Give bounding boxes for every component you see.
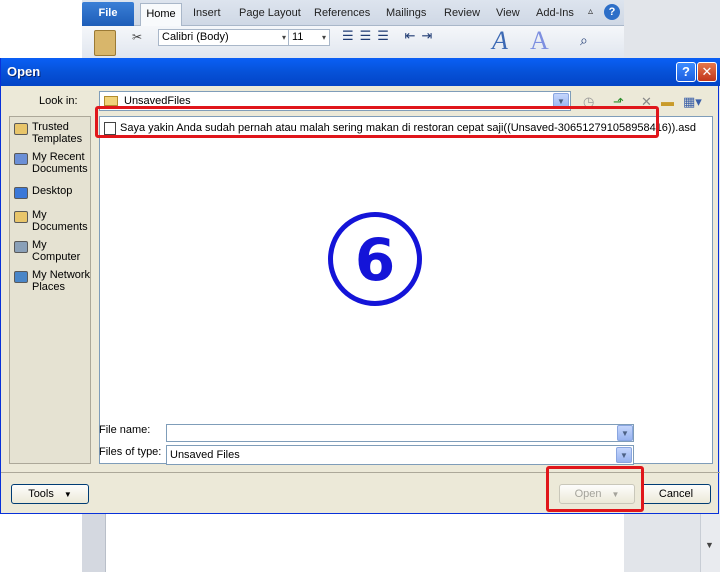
tab-mailings[interactable]: Mailings [386,7,426,19]
place-label: Trusted Templates [32,121,83,145]
help-icon[interactable]: ? [604,4,620,20]
tools-label: Tools [28,488,54,500]
change-styles-icon[interactable]: A [492,26,508,56]
files-of-type-label: Files of type: [99,446,162,458]
tab-home[interactable]: Home [140,3,182,27]
cut-icon[interactable]: ✂ [132,30,142,44]
help-button[interactable]: ? [676,62,696,82]
tab-references[interactable]: References [314,7,370,19]
ribbon-body: ✂ Calibri (Body) ▾ 11 ▾ ☰☰☰ ⇤⇥ A A ⌕ [82,26,624,60]
views-icon[interactable]: ▦▾ [683,94,702,110]
my-documents-icon [14,211,28,223]
file-name-input[interactable]: ▼ [166,424,634,442]
font-name-value: Calibri (Body) [162,31,229,43]
tab-review[interactable]: Review [444,7,480,19]
step-number: 6 [354,226,396,294]
step-badge: 6 [328,212,422,306]
place-label: My Documents [32,209,88,233]
new-folder-icon[interactable]: ▬ [661,94,674,109]
chevron-down-icon[interactable]: ▼ [617,425,633,441]
tab-page-layout[interactable]: Page Layout [239,7,301,19]
tab-view[interactable]: View [496,7,520,19]
close-button[interactable]: ✕ [697,62,717,82]
chevron-down-icon[interactable]: ▾ [322,30,326,45]
files-of-type-select[interactable]: Unsaved Files ▼ [166,445,634,465]
place-label: Desktop [32,185,73,197]
cancel-button[interactable]: Cancel [641,484,711,504]
font-size-value: 11 [292,31,304,43]
tab-insert[interactable]: Insert [193,7,221,19]
font-name-box[interactable]: Calibri (Body) ▾ [158,29,290,46]
place-label: My Computer [32,239,81,263]
highlight-box [95,106,659,138]
tab-add-ins[interactable]: Add-Ins [536,7,574,19]
trusted-templates-icon [14,123,28,135]
files-of-type-value: Unsaved Files [170,449,240,461]
styles-icon[interactable]: A [530,26,549,56]
place-label: My Network Places [32,269,91,293]
chevron-down-icon[interactable]: ▼ [616,447,632,463]
recent-documents-icon [14,153,28,165]
ribbon-tab-bar: File Home Insert Page Layout References … [82,0,624,27]
file-name-label: File name: [99,424,151,436]
chevron-down-icon[interactable]: ▾ [282,30,286,45]
desktop-icon [14,187,28,199]
find-icon[interactable]: ⌕ [580,32,588,49]
highlight-box [546,466,644,512]
word-scrollbar[interactable]: ▼ [700,510,720,572]
place-label: My Recent Documents [32,151,88,175]
tools-button[interactable]: Tools ▼ [11,484,89,504]
font-size-box[interactable]: 11 ▾ [288,29,330,46]
tab-file[interactable]: File [82,2,134,26]
chevron-down-icon: ▼ [63,490,72,499]
my-computer-icon [14,241,28,253]
paste-icon[interactable] [94,30,116,56]
minimize-ribbon-icon[interactable]: ▵ [588,6,593,17]
list-icons[interactable]: ☰☰☰ ⇤⇥ [342,28,438,44]
scroll-down-icon[interactable]: ▼ [705,540,714,550]
look-in-label: Look in: [39,95,78,107]
dialog-titlebar[interactable]: Open ? ✕ [1,58,720,86]
folder-icon [104,96,118,106]
places-bar: Trusted Templates My Recent Documents De… [9,116,91,464]
network-places-icon [14,271,28,283]
dialog-title: Open [7,64,41,79]
